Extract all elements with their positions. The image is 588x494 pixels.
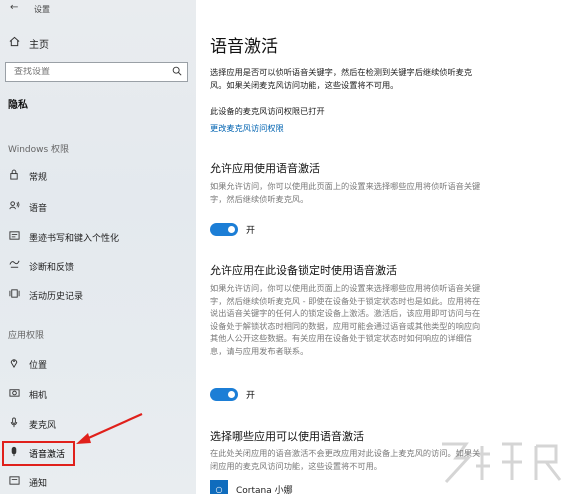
sidebar-item-label: 活动历史记录 [29,291,84,302]
sidebar-item-label: 语音 [29,203,48,214]
search-icon[interactable] [172,66,182,79]
toggle-state-label: 开 [246,390,256,401]
sidebar-item-label: 墨迹书写和键入个性化 [29,233,120,244]
sidebar-item-speech[interactable]: 语音 [6,197,186,217]
location-icon [8,357,20,371]
main-content: 语音激活 选择应用是否可以侦听语音关键字，然后在检测到关键字后继续侦听麦克风。如… [196,0,588,494]
activity-history-icon [8,288,20,302]
sidebar-item-label: 相机 [29,390,48,401]
microphone-icon [8,417,20,431]
sidebar-item-label: 位置 [29,360,48,371]
sidebar-item-location[interactable]: 位置 [6,354,186,374]
camera-icon [8,387,20,401]
group-app-permissions: 应用权限 [8,331,45,341]
lock-icon [8,169,20,183]
inking-icon [8,230,20,244]
notification-icon [8,475,20,489]
app-row-label: Cortana 小娜 [236,485,293,494]
sidebar-home[interactable]: 主页 [8,34,49,52]
page-title: 语音激活 [210,37,278,57]
microphone-status: 此设备的麦克风访问权限已打开 [210,106,325,116]
toggle-state-label: 开 [246,225,256,236]
change-microphone-access-link[interactable]: 更改麦克风访问权限 [210,122,284,134]
home-icon [8,36,20,50]
toggle-switch[interactable] [210,387,238,401]
current-section-heading: 隐私 [8,100,28,111]
section-allow-apps-title: 允许应用使用语音激活 [210,162,320,175]
sidebar-item-notification[interactable]: 通知 [6,472,186,492]
sidebar-item-activity-history[interactable]: 活动历史记录 [6,285,186,305]
sidebar-item-label: 诊断和反馈 [29,262,75,273]
sidebar-item-general[interactable]: 常规 [6,166,186,186]
sidebar-item-label: 麦克风 [29,420,57,431]
search-field[interactable] [5,62,188,82]
section-choose-apps-title: 选择哪些应用可以使用语音激活 [210,430,364,443]
section-locked-title: 允许应用在此设备锁定时使用语音激活 [210,264,397,277]
group-windows-permissions: Windows 权限 [8,145,70,155]
sidebar-home-label: 主页 [29,39,49,51]
window-title: 设置 [34,5,50,14]
sidebar-item-camera[interactable]: 相机 [6,384,186,404]
sidebar-item-inking[interactable]: 墨迹书写和键入个性化 [6,227,186,247]
search-input[interactable] [14,67,164,77]
diagnostics-icon [8,259,20,273]
sidebar-item-label: 常规 [29,172,48,183]
section-locked-desc: 如果允许访问，你可以使用此页面上的设置来选择哪些应用将侦听语音关键字，然后继续侦… [210,283,481,356]
section-allow-apps-desc: 如果允许访问，你可以使用此页面上的设置来选择哪些应用将侦听语音关键字，然后继续侦… [210,181,481,204]
back-arrow-icon[interactable]: ← [10,2,18,13]
app-row-cortana[interactable]: ○ Cortana 小娜 [210,480,293,494]
annotation-arrow [76,412,143,444]
cortana-icon: ○ [210,480,228,494]
sidebar-item-label: 通知 [29,478,48,489]
sidebar-item-diagnostics[interactable]: 诊断和反馈 [6,256,186,276]
intro-description: 选择应用是否可以侦听语音关键字，然后在检测到关键字后继续侦听麦克风。如果关闭麦克… [210,67,473,90]
toggle-allow-apps[interactable]: 开 [210,222,255,236]
watermark-logo [442,442,562,484]
annotation-highlight-box [2,441,75,466]
toggle-switch[interactable] [210,222,238,236]
toggle-locked[interactable]: 开 [210,387,255,401]
speech-icon [8,200,20,214]
